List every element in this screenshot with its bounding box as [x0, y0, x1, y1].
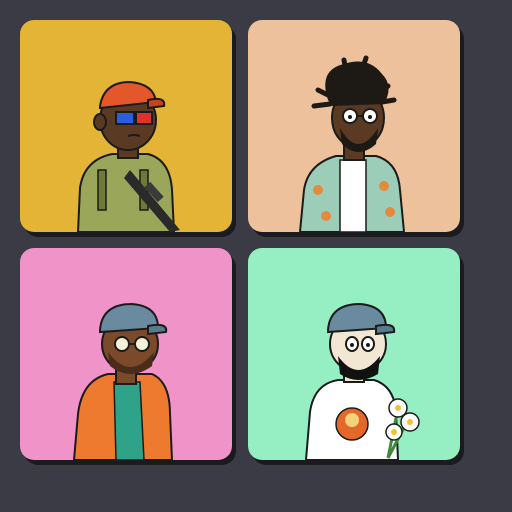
- nft-card-soldier[interactable]: [20, 20, 232, 232]
- nft-card-hoodie[interactable]: [20, 248, 232, 460]
- avatar-illustration: [20, 20, 232, 232]
- nft-card-dreadlocks[interactable]: [248, 20, 460, 232]
- nft-gallery-grid: [0, 0, 512, 512]
- nft-card-daisies[interactable]: [248, 248, 460, 460]
- avatar-illustration: [20, 248, 232, 460]
- avatar-illustration: [248, 20, 460, 232]
- avatar-illustration: [248, 248, 460, 460]
